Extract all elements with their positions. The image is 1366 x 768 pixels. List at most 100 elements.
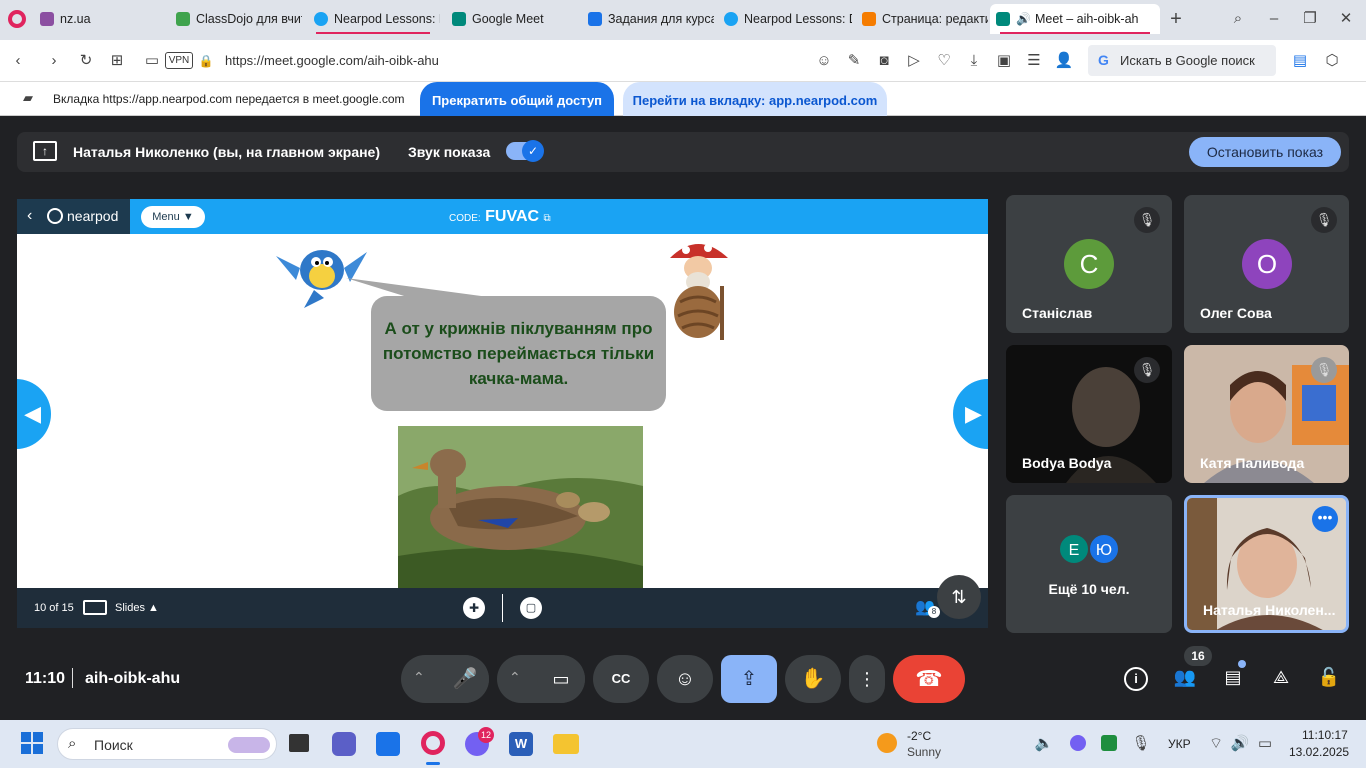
raise-hand-button[interactable]: ✋ xyxy=(785,655,841,703)
meet-app-icon[interactable] xyxy=(332,732,356,756)
reload-icon[interactable]: ↻ xyxy=(76,51,96,71)
mic-button[interactable]: 🎤 xyxy=(441,655,489,703)
viber-tray-icon[interactable] xyxy=(1070,735,1086,751)
emoji-icon[interactable]: ☺ xyxy=(814,51,834,71)
forward-icon[interactable]: › xyxy=(44,51,64,71)
battery-icon[interactable]: ▭ xyxy=(1254,734,1276,754)
tab-blogger[interactable]: Страница: редакти xyxy=(854,4,988,34)
people-icon[interactable]: 👥 xyxy=(1172,667,1198,687)
tab-google-meet[interactable]: Google Meet xyxy=(444,4,578,34)
stop-presenting-button[interactable]: Остановить показ xyxy=(1189,137,1341,167)
speed-dial-icon[interactable]: ⊞ xyxy=(107,51,127,71)
video-options-chevron-icon[interactable]: ⌃ xyxy=(509,669,521,686)
leave-call-button[interactable]: ☎ xyxy=(893,655,965,703)
search-highlight-icon xyxy=(228,737,270,753)
participant-tile[interactable]: 🎙 О Олег Сова xyxy=(1184,195,1349,333)
slides-icon[interactable] xyxy=(83,600,107,615)
file-explorer-icon[interactable] xyxy=(553,734,579,754)
extensions-icon[interactable]: ⬡ xyxy=(1322,51,1342,71)
tab-meet-active[interactable]: 🔊 Meet – aih-oibk-ah xyxy=(990,4,1160,34)
back-icon[interactable]: ‹ xyxy=(8,51,28,71)
activity-icon[interactable]: ✚ xyxy=(463,597,485,619)
slide-area: А от у крижнів піклуванням про потомство… xyxy=(266,234,739,588)
opera-taskbar-icon[interactable] xyxy=(421,731,445,755)
session-code[interactable]: CODE: FUVAC ⧉ xyxy=(449,208,551,226)
meeting-code: aih-oibk-ahu xyxy=(85,670,181,687)
task-view-icon[interactable] xyxy=(289,734,309,752)
tab-favicon-icon xyxy=(314,12,328,26)
heart-icon[interactable]: ♡ xyxy=(934,51,954,71)
back-chevron-icon[interactable]: ‹ xyxy=(27,207,32,225)
emoji-button[interactable]: ☺ xyxy=(657,655,713,703)
captions-button[interactable]: CC xyxy=(593,655,649,703)
clock-time[interactable]: 11:10:17 xyxy=(1302,728,1348,742)
tab-nearpod-2[interactable]: Nearpod Lessons: D xyxy=(716,4,852,34)
chat-icon[interactable]: ▤ xyxy=(1221,667,1245,687)
store-icon[interactable] xyxy=(376,732,400,756)
play-icon[interactable]: ▷ xyxy=(904,51,924,71)
tab-nearpod-1[interactable]: Nearpod Lessons: D xyxy=(306,4,440,34)
avatar: Ю xyxy=(1088,533,1120,565)
search-tabs-icon[interactable]: ⌕ xyxy=(1228,9,1248,29)
stop-sharing-button[interactable]: Прекратить общий доступ xyxy=(420,82,614,116)
edit-icon[interactable]: ✎ xyxy=(844,51,864,71)
nearpod-menu-button[interactable]: Menu ▼ xyxy=(141,206,205,228)
audio-options-chevron-icon[interactable]: ⌃ xyxy=(413,669,425,686)
google-search-box[interactable]: G Искать в Google поиск xyxy=(1088,45,1276,76)
viber-badge: 12 xyxy=(478,727,494,743)
sidebar-toggle-icon[interactable]: ▤ xyxy=(1290,51,1310,71)
address-bar: ‹ › ↻ ⊞ ▭ VPN 🔒 https://meet.google.com/… xyxy=(0,40,1366,82)
camera-icon[interactable]: ▭ xyxy=(142,51,162,71)
participant-tile-overflow[interactable]: Е Ю Ещё 10 чел. xyxy=(1006,495,1172,633)
cast-icon[interactable]: ▣ xyxy=(994,51,1014,71)
sound-toggle[interactable]: ✓ xyxy=(506,140,544,162)
screen-share-icon: ▰ xyxy=(23,90,33,105)
slides-toggle[interactable]: Slides ▲ xyxy=(115,602,159,614)
vpn-badge[interactable]: VPN xyxy=(165,52,193,69)
activities-icon[interactable]: ⟁ xyxy=(1269,667,1293,687)
volume-alert-icon[interactable]: 🔈 xyxy=(1034,734,1054,754)
wifi-icon[interactable]: ⌔ xyxy=(1206,734,1226,754)
mic-tray-icon[interactable]: 🎙 xyxy=(1131,734,1151,754)
meeting-info-icon[interactable]: i xyxy=(1124,667,1148,691)
windows-start-icon[interactable] xyxy=(21,732,43,754)
snapshot-icon[interactable]: ◙ xyxy=(874,51,894,71)
participant-tile[interactable]: 🎙 Bodya Bodya xyxy=(1006,345,1172,483)
language-indicator[interactable]: УКР xyxy=(1168,737,1191,751)
opera-logo-icon[interactable] xyxy=(8,10,26,28)
slide-counter: 10 of 15 xyxy=(34,602,74,614)
participant-tile-self[interactable]: ••• Наталья Николен... xyxy=(1184,495,1349,633)
next-slide-button[interactable]: ▶ xyxy=(953,379,988,449)
security-tray-icon[interactable] xyxy=(1101,735,1117,751)
participant-tile[interactable]: 🎙 Катя Паливода xyxy=(1184,345,1349,483)
host-controls-icon[interactable]: 🔓 xyxy=(1317,667,1341,687)
profile-icon[interactable]: 👤 xyxy=(1054,51,1074,71)
maximize-icon[interactable]: ❐ xyxy=(1300,9,1320,29)
camera-button[interactable]: ▭ xyxy=(537,655,585,703)
close-window-icon[interactable]: ✕ xyxy=(1336,9,1356,29)
speaker-icon[interactable]: 🔊 xyxy=(1230,734,1250,754)
new-tab-icon[interactable]: + xyxy=(1166,9,1186,29)
tab-nz[interactable]: nz.ua xyxy=(32,4,164,34)
participant-tile[interactable]: 🎙 С Станіслав xyxy=(1006,195,1172,333)
weather-temp[interactable]: -2°C xyxy=(907,729,931,743)
whiteboard-icon[interactable]: ▢ xyxy=(520,597,542,619)
prev-slide-button[interactable]: ◀ xyxy=(17,379,51,449)
search-icon: ⌕ xyxy=(68,735,77,752)
tab-classdojo[interactable]: ClassDojo для вчите xyxy=(168,4,302,34)
url-field[interactable]: https://meet.google.com/aih-oibk-ahu xyxy=(225,53,785,68)
swap-layout-button[interactable]: ⇅ xyxy=(937,575,981,619)
present-button[interactable]: ⇪ xyxy=(721,655,777,703)
more-options-icon[interactable]: ••• xyxy=(1312,506,1338,532)
easy-setup-icon[interactable]: ☰ xyxy=(1024,51,1044,71)
more-options-button[interactable]: ⋮ xyxy=(849,655,885,703)
footer-divider xyxy=(502,594,503,622)
weather-desc: Sunny xyxy=(907,745,942,759)
minimize-icon[interactable]: – xyxy=(1264,9,1284,29)
tab-classroom[interactable]: Задания для курса xyxy=(580,4,714,34)
present-icon: ↑ xyxy=(33,141,57,161)
go-to-tab-button[interactable]: Перейти на вкладку: app.nearpod.com xyxy=(623,82,887,116)
word-icon[interactable]: W xyxy=(509,732,533,756)
taskbar-search-box[interactable]: ⌕ Поиск xyxy=(57,728,277,760)
download-icon[interactable]: ⤓ xyxy=(964,51,984,71)
